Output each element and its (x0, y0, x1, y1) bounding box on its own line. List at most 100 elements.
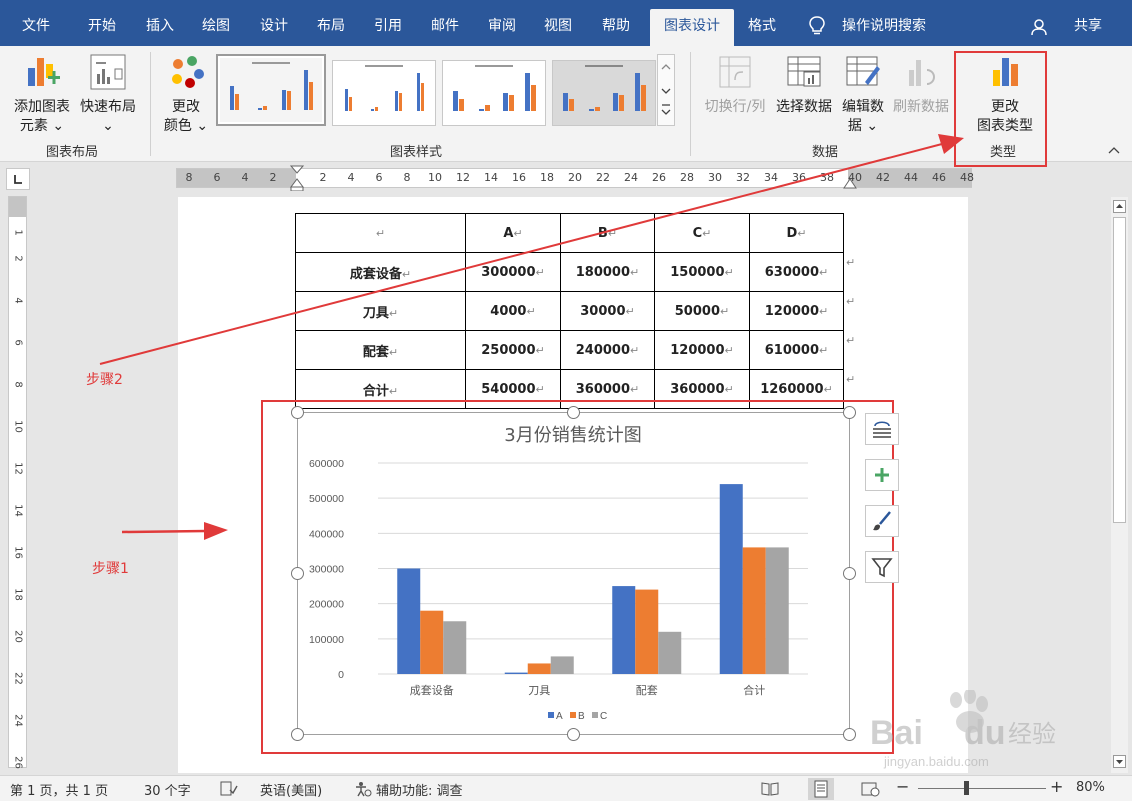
vertical-ruler[interactable]: 1 2 4 6 8 10 12 14 16 18 20 22 24 26 (8, 196, 27, 769)
table-cell[interactable]: 610000↵ (749, 330, 844, 370)
gallery-scroll-control[interactable] (657, 54, 675, 126)
accessibility-status[interactable]: 辅助功能: 调查 (376, 780, 463, 799)
data-table[interactable]: ↵ A↵ B↵ C↵ D↵ 成套设备↵ 300000↵ 180000↵ 1500… (295, 213, 844, 409)
zoom-level[interactable]: 80% (1076, 780, 1105, 795)
tab-review[interactable]: 审阅 (478, 9, 526, 46)
zoom-slider[interactable] (918, 788, 1046, 789)
resize-handle[interactable] (843, 567, 856, 580)
chart-style-thumb-1[interactable] (216, 54, 326, 126)
tab-draw[interactable]: 绘图 (192, 9, 240, 46)
ruler-tick-label: 42 (876, 171, 890, 184)
ruler-tick-label: 40 (848, 171, 862, 184)
change-colors-button[interactable]: 更改 颜色 ⌄ (158, 52, 214, 136)
table-cell[interactable]: 120000↵ (749, 291, 844, 331)
tab-insert[interactable]: 插入 (136, 9, 184, 46)
table-cell[interactable]: C↵ (654, 213, 750, 253)
tab-mailings[interactable]: 邮件 (421, 9, 469, 46)
zoom-slider-thumb[interactable] (964, 781, 969, 795)
language-indicator[interactable]: 英语(美国) (260, 780, 322, 799)
table-cell[interactable]: 180000↵ (560, 252, 655, 292)
table-cell[interactable]: 配套↵ (295, 330, 466, 370)
watermark-brand-3: 经验 (1008, 720, 1056, 748)
resize-handle[interactable] (291, 567, 304, 580)
tab-view[interactable]: 视图 (534, 9, 582, 46)
page-count[interactable]: 第 1 页，共 1 页 (10, 780, 108, 799)
scroll-down-icon[interactable] (1113, 755, 1126, 768)
select-data-button[interactable]: 选择数据 (772, 52, 836, 117)
ribbon-separator (150, 52, 151, 156)
resize-handle[interactable] (291, 728, 304, 741)
table-cell[interactable]: 150000↵ (654, 252, 750, 292)
resize-handle[interactable] (291, 406, 304, 419)
table-cell[interactable]: A↵ (465, 213, 561, 253)
tab-chart-design[interactable]: 图表设计 (650, 9, 734, 46)
select-data-icon (787, 56, 821, 87)
chart-style-preview (553, 61, 655, 125)
tab-stop-selector[interactable] (6, 168, 30, 190)
add-chart-element-label-1: 添加图表 (14, 99, 70, 115)
table-cell[interactable]: 成套设备↵ (295, 252, 466, 292)
row-end-mark: ↵ (846, 334, 856, 347)
resize-handle[interactable] (567, 728, 580, 741)
quick-layout-button[interactable]: 快速布局 ⌄ (76, 52, 140, 136)
switch-row-column-button[interactable]: 切换行/列 (700, 52, 770, 117)
chart-style-preview (453, 65, 536, 111)
tell-me-search[interactable]: 操作说明搜索 (842, 9, 926, 46)
chart-style-thumb-4[interactable] (552, 60, 656, 126)
accessibility-icon[interactable] (354, 781, 372, 797)
tab-file[interactable]: 文件 (12, 9, 60, 46)
proofing-icon[interactable] (220, 781, 238, 797)
table-cell[interactable]: 630000↵ (749, 252, 844, 292)
ruler-tick-label: 28 (680, 171, 694, 184)
scroll-thumb[interactable] (1113, 217, 1126, 523)
tab-help[interactable]: 帮助 (592, 9, 640, 46)
zoom-out-icon[interactable]: − (896, 777, 909, 796)
chart-style-thumb-2[interactable] (332, 60, 436, 126)
ruler-tick-label: 1 (12, 229, 24, 236)
scroll-up-icon[interactable] (1113, 200, 1126, 213)
table-cell[interactable]: ↵ (295, 213, 466, 253)
word-count[interactable]: 30 个字 (144, 780, 191, 799)
resize-handle[interactable] (843, 728, 856, 741)
tab-design[interactable]: 设计 (250, 9, 298, 46)
vertical-scrollbar[interactable] (1111, 197, 1128, 773)
table-cell[interactable]: D↵ (749, 213, 844, 253)
table-cell[interactable]: 120000↵ (654, 330, 750, 370)
chart-style-thumb-3[interactable] (442, 60, 546, 126)
table-cell[interactable]: 50000↵ (654, 291, 750, 331)
indent-marker-icon[interactable] (290, 165, 304, 191)
ruler-tick-label: 16 (12, 546, 24, 559)
layout-options-button[interactable] (865, 413, 899, 445)
table-cell[interactable]: 刀具↵ (295, 291, 466, 331)
print-layout-active[interactable] (808, 778, 834, 800)
tab-layout[interactable]: 布局 (307, 9, 355, 46)
read-mode-icon[interactable] (760, 781, 780, 797)
add-chart-element-button[interactable]: 添加图表 元素 ⌄ (8, 52, 76, 136)
filter-icon (871, 558, 893, 578)
tab-home[interactable]: 开始 (78, 9, 126, 46)
collapse-ribbon-icon[interactable] (1108, 146, 1120, 154)
table-cell[interactable]: 250000↵ (465, 330, 561, 370)
refresh-data-button[interactable]: 刷新数据 (890, 52, 952, 117)
tab-format[interactable]: 格式 (738, 9, 786, 46)
tab-stop-icon (14, 175, 22, 184)
tab-references[interactable]: 引用 (364, 9, 412, 46)
share-button[interactable]: 共享 (1074, 9, 1102, 46)
resize-handle[interactable] (567, 406, 580, 419)
table-cell[interactable]: 240000↵ (560, 330, 655, 370)
horizontal-ruler[interactable]: 8 6 4 2 2 4 6 8 10 12 14 16 18 20 22 24 26 28 30 32 34 36 38 40… (176, 165, 974, 191)
web-layout-icon[interactable] (860, 781, 880, 797)
ruler-tick-label: 6 (213, 171, 221, 184)
chart-elements-button[interactable] (865, 459, 899, 491)
edit-data-button[interactable]: 编辑数 据 ⌄ (836, 52, 890, 136)
table-cell[interactable]: B↵ (560, 213, 655, 253)
table-cell[interactable]: 4000↵ (465, 291, 561, 331)
resize-handle[interactable] (843, 406, 856, 419)
zoom-in-icon[interactable]: + (1050, 777, 1063, 796)
chart-styles-button[interactable] (865, 505, 899, 537)
table-cell[interactable]: 300000↵ (465, 252, 561, 292)
chart-filters-button[interactable] (865, 551, 899, 583)
watermark-brand: Bai (870, 714, 923, 752)
table-cell[interactable]: 30000↵ (560, 291, 655, 331)
table-row: 刀具↵ 4000↵ 30000↵ 50000↵ 120000↵ (295, 291, 844, 331)
